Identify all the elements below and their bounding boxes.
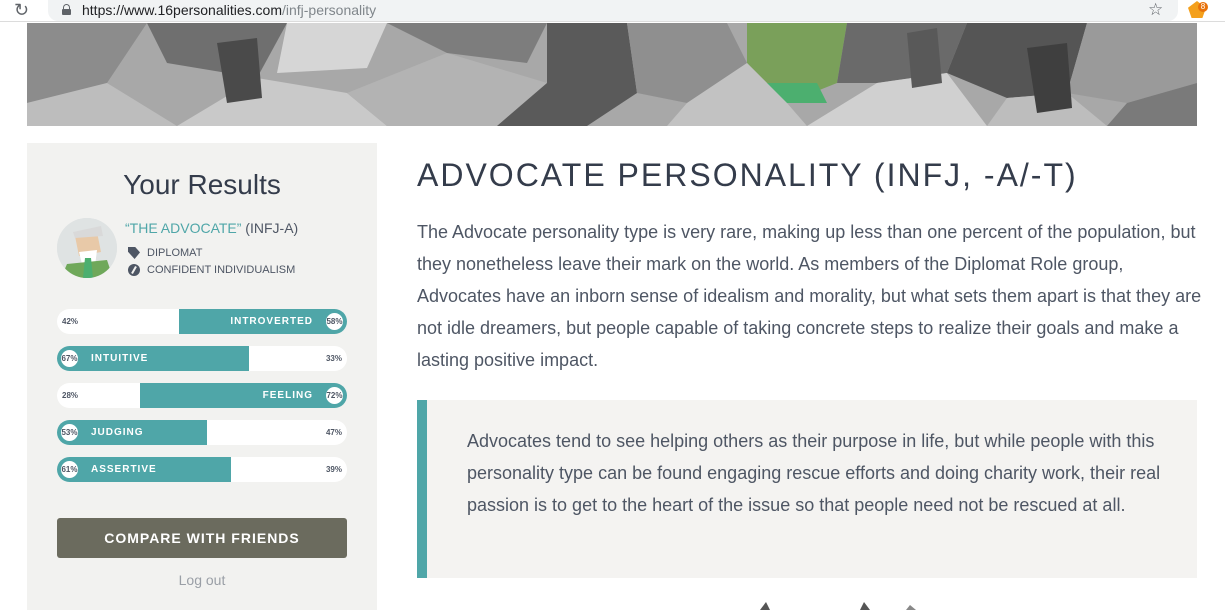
- url-domain: https://www.16personalities.com: [82, 2, 282, 18]
- results-sidebar: Your Results “THE ADVOCATE” (INFJ-A) DIP…: [27, 143, 377, 610]
- trait-left-pct: 28%: [62, 391, 79, 400]
- role-row: DIPLOMAT: [128, 247, 202, 259]
- advocate-avatar: [57, 218, 117, 278]
- trait-label: JUDGING: [91, 427, 144, 438]
- trait-label: INTROVERTED: [230, 316, 313, 327]
- trait-right-pct: 47%: [325, 428, 342, 437]
- compare-with-friends-button[interactable]: COMPARE WITH FRIENDS: [57, 518, 347, 558]
- trait-bar-feeling: 28% FEELING 72%: [57, 383, 347, 408]
- address-bar[interactable]: https://www.16personalities.com/infj-per…: [48, 0, 1178, 21]
- type-code: (INFJ-A): [241, 220, 299, 236]
- results-title: Your Results: [123, 169, 281, 200]
- trait-left-pct: 61%: [59, 459, 80, 480]
- trait-label: ASSERTIVE: [91, 464, 157, 475]
- next-illustration-peek: [760, 602, 916, 610]
- trait-label: INTUITIVE: [91, 353, 149, 364]
- trait-bar-assertive: 61% ASSERTIVE 39%: [57, 457, 347, 482]
- highlight-quote: Advocates tend to see helping others as …: [417, 400, 1197, 578]
- url-path: /infj-personality: [281, 2, 377, 18]
- lock-icon: [62, 4, 71, 15]
- bookmark-star-icon[interactable]: ☆: [1148, 0, 1163, 20]
- role-label: DIPLOMAT: [147, 247, 203, 259]
- extension-badge: 8: [1198, 2, 1208, 12]
- strategy-label: CONFIDENT INDIVIDUALISM: [147, 264, 296, 276]
- trait-fill: [57, 346, 249, 371]
- intro-paragraph: The Advocate personality type is very ra…: [417, 222, 1202, 370]
- type-name-link[interactable]: “THE ADVOCATE”: [125, 220, 241, 236]
- quote-text: Advocates tend to see helping others as …: [467, 431, 1161, 515]
- hero-illustration: [27, 23, 1197, 126]
- trait-left-pct: 53%: [59, 422, 80, 443]
- personality-type: “THE ADVOCATE” (INFJ-A): [125, 220, 298, 236]
- url-text: https://www.16personalities.com/infj-per…: [82, 2, 376, 18]
- strategy-row: CONFIDENT INDIVIDUALISM: [128, 264, 295, 276]
- tag-icon: [128, 247, 140, 259]
- trait-right-pct: 39%: [325, 465, 342, 474]
- page-title: ADVOCATE PERSONALITY (INFJ, -A/-T): [417, 157, 1078, 193]
- trait-label: FEELING: [262, 390, 313, 401]
- trait-bar-introverted: 42% INTROVERTED 58%: [57, 309, 347, 334]
- trait-left-pct: 42%: [62, 317, 79, 326]
- trait-bar-intuitive: 67% INTUITIVE 33%: [57, 346, 347, 371]
- trait-right-pct: 58%: [324, 311, 345, 332]
- reload-icon[interactable]: ↻: [14, 1, 29, 19]
- trait-right-pct: 72%: [324, 385, 345, 406]
- trait-left-pct: 67%: [59, 348, 80, 369]
- logout-link[interactable]: Log out: [27, 572, 377, 588]
- trait-fill: [140, 383, 347, 408]
- trait-bar-judging: 53% JUDGING 47%: [57, 420, 347, 445]
- browser-toolbar: ↻ https://www.16personalities.com/infj-p…: [0, 0, 1225, 22]
- compass-icon: [128, 264, 140, 276]
- trait-right-pct: 33%: [325, 354, 342, 363]
